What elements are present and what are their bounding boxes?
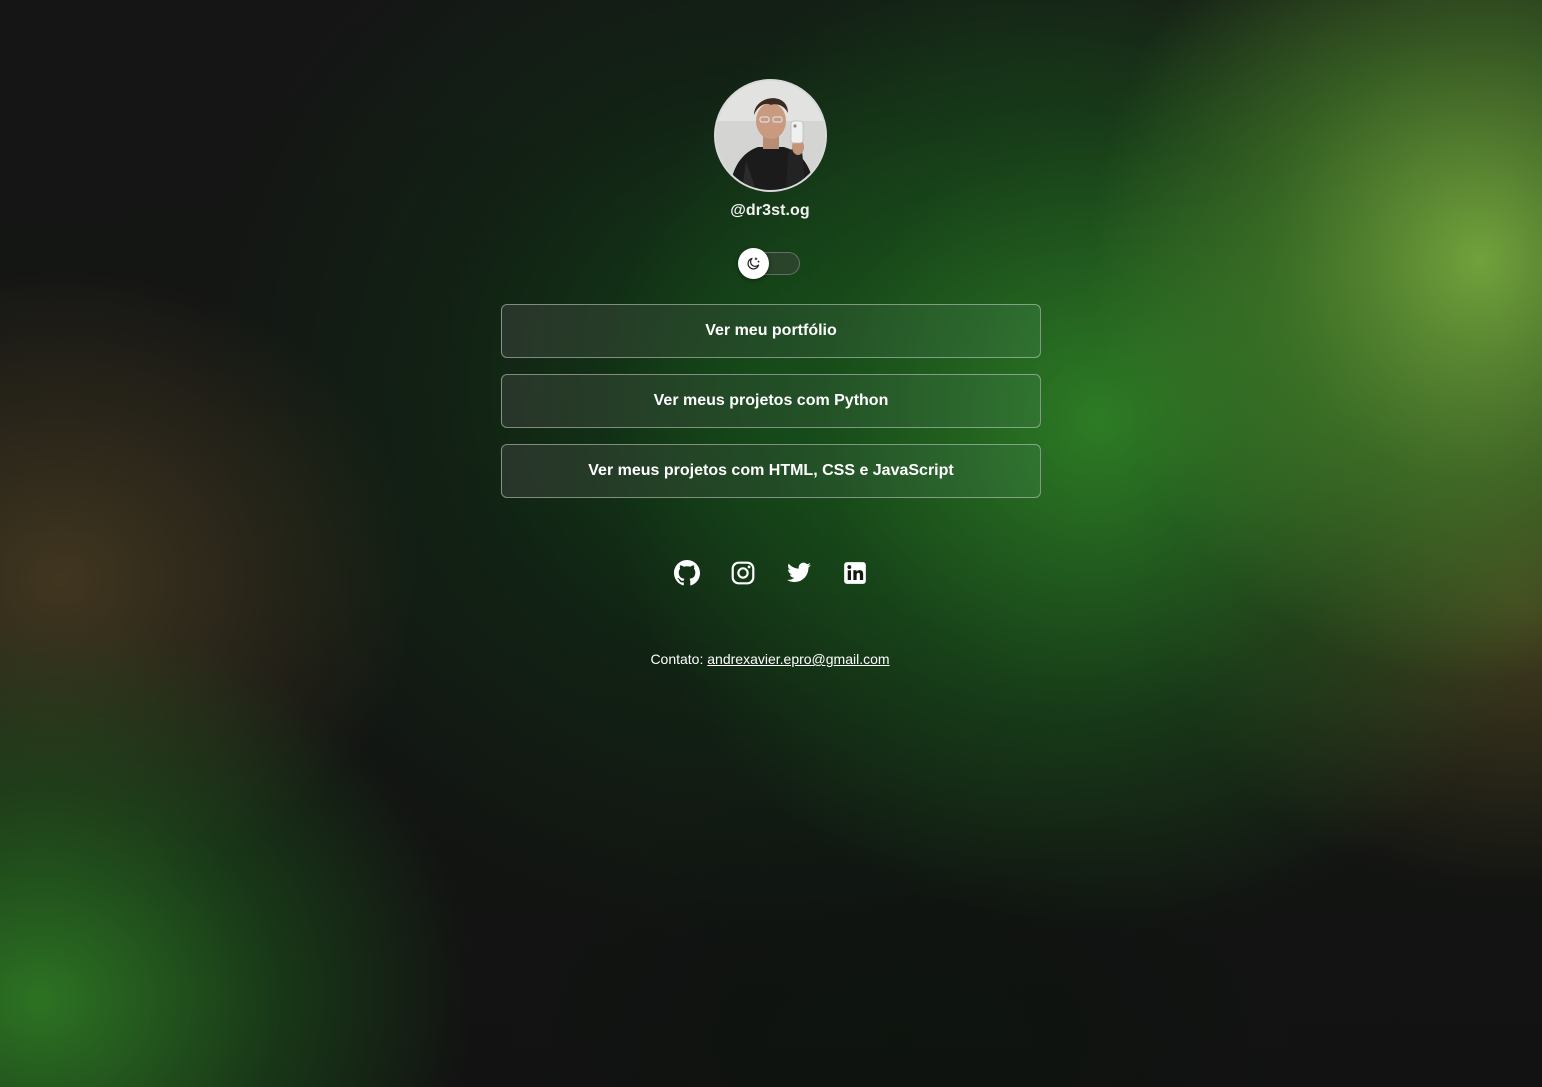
username: @dr3st.og: [730, 202, 810, 219]
twitter-icon: [787, 562, 811, 582]
avatar: [714, 79, 827, 192]
social-links: [0, 560, 1542, 588]
portfolio-link-button[interactable]: Ver meu portfólio: [501, 304, 1041, 358]
linkedin-icon: [844, 562, 866, 584]
contact-label: Contato:: [650, 651, 704, 667]
instagram-icon: [731, 561, 755, 585]
theme-toggle-thumb[interactable]: [738, 248, 769, 279]
github-icon: [674, 560, 700, 586]
moon-icon: [747, 257, 760, 270]
twitter-link[interactable]: [786, 560, 812, 586]
instagram-link[interactable]: [730, 560, 756, 586]
github-link[interactable]: [674, 560, 700, 586]
link-list: Ver meu portfólio Ver meus projetos com …: [501, 304, 1041, 514]
theme-toggle[interactable]: [738, 248, 802, 280]
linkedin-link[interactable]: [842, 560, 868, 586]
avatar-photo: [716, 81, 825, 190]
contact-email-link[interactable]: andrexavier.epro@gmail.com: [707, 651, 889, 667]
python-projects-link-button[interactable]: Ver meus projetos com Python: [501, 374, 1041, 428]
contact-line: Contato: andrexavier.epro@gmail.com: [520, 651, 1020, 667]
web-projects-link-button[interactable]: Ver meus projetos com HTML, CSS e JavaSc…: [501, 444, 1041, 498]
